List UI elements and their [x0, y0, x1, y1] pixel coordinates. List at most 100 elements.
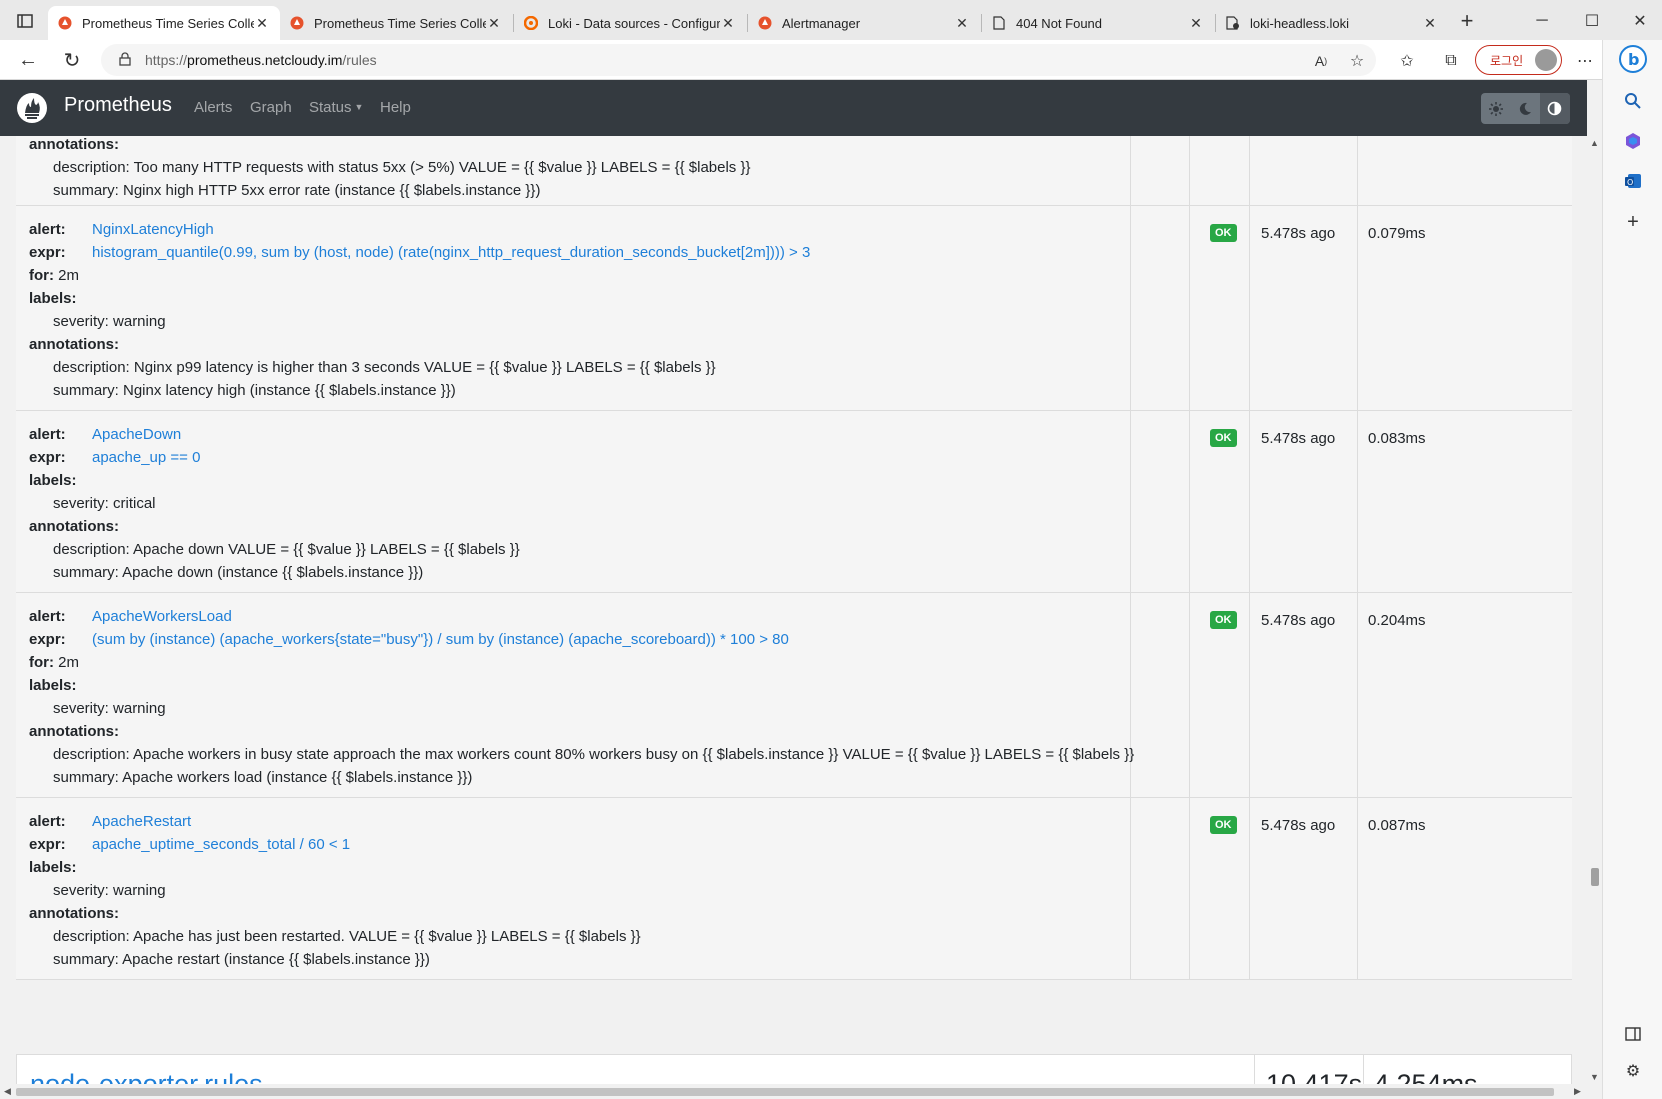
expr-link[interactable]: apache_uptime_seconds_total / 60 < 1: [92, 833, 350, 857]
browser-tab-2[interactable]: Loki - Data sources - Configurat ✕: [514, 6, 746, 40]
lock-icon: [119, 51, 131, 69]
maximize-icon[interactable]: ☐: [1575, 6, 1609, 36]
annotation-summary: summary: Nginx high HTTP 5xx error rate …: [53, 182, 541, 199]
labels-label: labels:: [29, 472, 77, 489]
close-tab-icon[interactable]: ✕: [1188, 15, 1204, 32]
browser-tab-3[interactable]: Alertmanager ✕: [748, 6, 980, 40]
prometheus-brand[interactable]: Prometheus: [64, 94, 172, 117]
browser-tab-1[interactable]: Prometheus Time Series Collecti ✕: [280, 6, 512, 40]
page-icon: [992, 16, 1006, 30]
sidebar-panel-icon[interactable]: [1621, 1022, 1645, 1046]
for-line: for: 2m: [29, 267, 80, 284]
new-tab-icon[interactable]: +: [1450, 6, 1484, 36]
back-icon[interactable]: ←: [12, 44, 44, 76]
alert-name-link[interactable]: NginxLatencyHigh: [92, 218, 214, 242]
alert-label: alert:: [29, 813, 66, 830]
close-tab-icon[interactable]: ✕: [720, 15, 736, 32]
evaluation-time: 0.087ms: [1368, 817, 1426, 834]
prometheus-navbar: Prometheus Alerts Graph Status ▼ Help: [0, 80, 1587, 136]
url-input[interactable]: https://prometheus.netcloudy.im/rules: [101, 44, 1376, 76]
prometheus-icon: [58, 16, 72, 30]
annotation-summary: summary: Apache restart (instance {{ $la…: [53, 951, 430, 968]
horizontal-scrollbar-thumb[interactable]: [16, 1088, 1554, 1096]
label-severity: severity: warning: [53, 313, 166, 330]
browser-tab-5[interactable]: loki-headless.loki ✕: [1216, 6, 1448, 40]
prometheus-icon: [758, 16, 772, 30]
dark-theme-icon[interactable]: [1511, 93, 1541, 124]
favorites-icon[interactable]: ✩: [1394, 48, 1420, 74]
add-favorite-icon[interactable]: ☆: [1344, 48, 1370, 74]
evaluation-time: 0.083ms: [1368, 430, 1426, 447]
read-aloud-icon[interactable]: A): [1308, 48, 1334, 74]
close-tab-icon[interactable]: ✕: [954, 15, 970, 32]
nav-status[interactable]: Status ▼: [309, 99, 363, 116]
annotation-summary: summary: Nginx latency high (instance {{…: [53, 382, 456, 399]
nav-status-label: Status: [309, 99, 352, 116]
expr-link[interactable]: apache_up == 0: [92, 446, 200, 470]
prometheus-icon: [290, 16, 304, 30]
scroll-up-icon[interactable]: ▲: [1590, 138, 1599, 148]
annotations-label: annotations:: [29, 136, 119, 153]
alert-name-link[interactable]: ApacheRestart: [92, 810, 191, 834]
rules-content: annotations: description: Too many HTTP …: [0, 136, 1587, 1084]
labels-label: labels:: [29, 677, 77, 694]
outlook-icon[interactable]: O: [1621, 169, 1645, 193]
add-sidebar-app-icon[interactable]: +: [1621, 210, 1645, 234]
avatar: [1535, 49, 1557, 71]
vertical-scrollbar[interactable]: ▲ ▼: [1587, 136, 1602, 1084]
browser-sidebar: b O + ⚙: [1602, 40, 1662, 1099]
rule-row: alert: ApacheDown expr: apache_up == 0 l…: [16, 411, 1572, 593]
status-badge: OK: [1210, 429, 1237, 447]
labels-label: labels:: [29, 859, 77, 876]
url-path: /rules: [342, 52, 377, 68]
browser-tab-0[interactable]: Prometheus Time Series Collecti ✕: [48, 6, 280, 40]
scroll-down-icon[interactable]: ▼: [1590, 1072, 1599, 1082]
close-tab-icon[interactable]: ✕: [254, 15, 270, 32]
nav-alerts[interactable]: Alerts: [194, 99, 232, 116]
vertical-scrollbar-thumb[interactable]: [1591, 868, 1599, 886]
scroll-right-icon[interactable]: ▶: [1574, 1086, 1581, 1097]
minimize-icon[interactable]: ─: [1525, 6, 1559, 36]
nav-help[interactable]: Help: [380, 99, 411, 116]
profile-login-button[interactable]: 로그인: [1475, 45, 1562, 75]
settings-gear-icon[interactable]: ⚙: [1621, 1059, 1645, 1083]
prometheus-logo-icon[interactable]: [17, 93, 47, 128]
svg-text:O: O: [1627, 178, 1633, 187]
browser-tab-4[interactable]: 404 Not Found ✕: [982, 6, 1214, 40]
close-tab-icon[interactable]: ✕: [1422, 15, 1438, 32]
nav-graph[interactable]: Graph: [250, 99, 292, 116]
office-icon[interactable]: [1621, 129, 1645, 153]
collections-icon[interactable]: ⧉: [1438, 48, 1464, 74]
expr-link[interactable]: histogram_quantile(0.99, sum by (host, n…: [92, 241, 810, 265]
alert-label: alert:: [29, 221, 66, 238]
search-icon[interactable]: [1621, 89, 1645, 113]
light-theme-icon[interactable]: [1481, 93, 1511, 124]
auto-theme-icon[interactable]: [1540, 93, 1570, 124]
group-last-evaluation: 10.417s: [1266, 1069, 1363, 1084]
annotations-label: annotations:: [29, 723, 119, 740]
rule-group-name-link[interactable]: node-exporter.rules: [30, 1069, 263, 1084]
annotation-description: description: Apache workers in busy stat…: [53, 746, 1135, 763]
scroll-left-icon[interactable]: ◀: [4, 1086, 11, 1097]
horizontal-scrollbar[interactable]: ◀ ▶: [0, 1084, 1602, 1099]
bing-icon[interactable]: b: [1618, 44, 1648, 74]
alert-name-link[interactable]: ApacheDown: [92, 423, 181, 447]
for-value: 2m: [58, 654, 80, 671]
annotation-summary: summary: Apache down (instance {{ $label…: [53, 564, 424, 581]
close-window-icon[interactable]: ✕: [1623, 6, 1657, 36]
alert-name-link[interactable]: ApacheWorkersLoad: [92, 605, 232, 629]
last-evaluation: 5.478s ago: [1261, 612, 1336, 629]
annotation-summary: summary: Apache workers load (instance {…: [53, 769, 473, 786]
annotations-label: annotations:: [29, 518, 119, 535]
expr-label: expr:: [29, 836, 66, 853]
close-tab-icon[interactable]: ✕: [486, 15, 502, 32]
more-options-icon[interactable]: ⋯: [1572, 48, 1598, 74]
expr-link[interactable]: (sum by (instance) (apache_workers{state…: [92, 628, 789, 652]
annotation-description: description: Nginx p99 latency is higher…: [53, 359, 716, 376]
tab-actions-icon[interactable]: [8, 6, 42, 36]
refresh-icon[interactable]: ↻: [56, 44, 88, 76]
evaluation-time: 0.204ms: [1368, 612, 1426, 629]
grafana-icon: [524, 16, 538, 30]
url-scheme: https://: [145, 52, 188, 68]
tab-label: Prometheus Time Series Collecti: [314, 15, 486, 31]
